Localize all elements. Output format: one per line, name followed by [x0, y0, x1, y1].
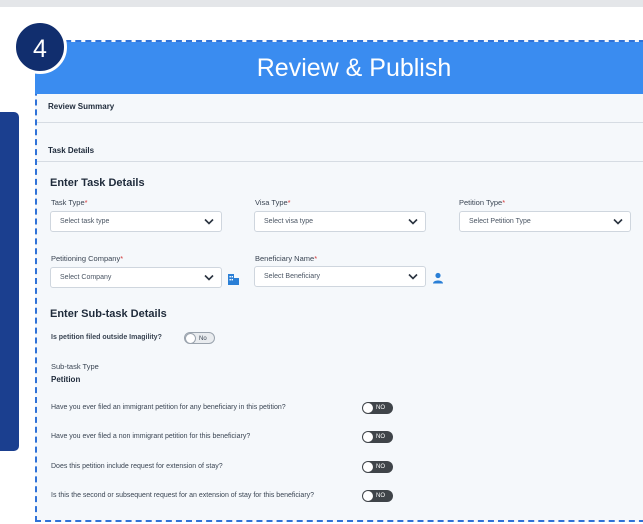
petitioning-company-select[interactable]: Select Company [50, 267, 222, 288]
divider [37, 161, 643, 162]
question-text: Is this the second or subsequent request… [51, 492, 315, 499]
review-summary-label: Review Summary [48, 102, 115, 111]
question-text: Have you ever filed a non immigrant peti… [51, 433, 251, 440]
divider [37, 122, 643, 123]
visa-type-placeholder: Select visa type [264, 218, 314, 225]
question-toggle[interactable]: NO [362, 402, 393, 414]
question-toggle[interactable]: NO [362, 461, 393, 473]
question-toggle[interactable]: NO [362, 490, 393, 502]
enter-task-details-heading: Enter Task Details [50, 177, 145, 189]
chevron-down-icon [613, 217, 623, 226]
outside-imagility-label: Is petition filed outside Imagility? [51, 334, 162, 341]
toggle-knob [363, 403, 373, 413]
petitioning-company-label: Petitioning Company* [51, 254, 124, 263]
task-details-label: Task Details [48, 146, 95, 155]
visa-type-label: Visa Type* [255, 198, 291, 207]
toggle-knob [363, 432, 373, 442]
petition-type-placeholder: Select Petition Type [469, 218, 531, 225]
petition-type-select[interactable]: Select Petition Type [459, 211, 631, 232]
chevron-down-icon [204, 273, 214, 282]
toggle-state: NO [376, 493, 385, 499]
building-icon[interactable] [227, 272, 239, 285]
subtask-type-value: Petition [51, 375, 81, 384]
top-strip [0, 0, 643, 7]
toggle-knob [363, 462, 373, 472]
toggle-state: NO [376, 434, 385, 440]
petitioning-company-placeholder: Select Company [60, 274, 112, 281]
enter-subtask-details-heading: Enter Sub-task Details [50, 308, 167, 320]
chevron-down-icon [408, 217, 418, 226]
petition-type-label: Petition Type* [459, 198, 506, 207]
beneficiary-name-placeholder: Select Beneficiary [264, 273, 321, 280]
chevron-down-icon [204, 217, 214, 226]
toggle-state: NO [376, 405, 385, 411]
toggle-state: NO [376, 464, 385, 470]
task-type-placeholder: Select task type [60, 218, 110, 225]
side-panel [0, 112, 19, 451]
question-text: Have you ever filed an immigrant petitio… [51, 404, 286, 411]
step-title: Review & Publish [256, 54, 452, 82]
beneficiary-name-label: Beneficiary Name* [255, 254, 318, 263]
task-type-select[interactable]: Select task type [50, 211, 222, 232]
person-icon[interactable] [432, 271, 444, 284]
outside-imagility-toggle[interactable]: No [184, 332, 215, 344]
toggle-knob [363, 491, 373, 501]
question-text: Does this petition include request for e… [51, 463, 223, 470]
question-toggle[interactable]: NO [362, 431, 393, 443]
visa-type-select[interactable]: Select visa type [254, 211, 426, 232]
chevron-down-icon [408, 272, 418, 281]
toggle-state: No [199, 336, 207, 342]
subtask-type-label: Sub-task Type [51, 362, 99, 371]
step-number-badge: 4 [13, 20, 67, 74]
toggle-knob [185, 333, 196, 344]
task-type-label: Task Type* [51, 198, 88, 207]
beneficiary-name-select[interactable]: Select Beneficiary [254, 266, 426, 287]
step-banner: Review & Publish [35, 42, 643, 94]
